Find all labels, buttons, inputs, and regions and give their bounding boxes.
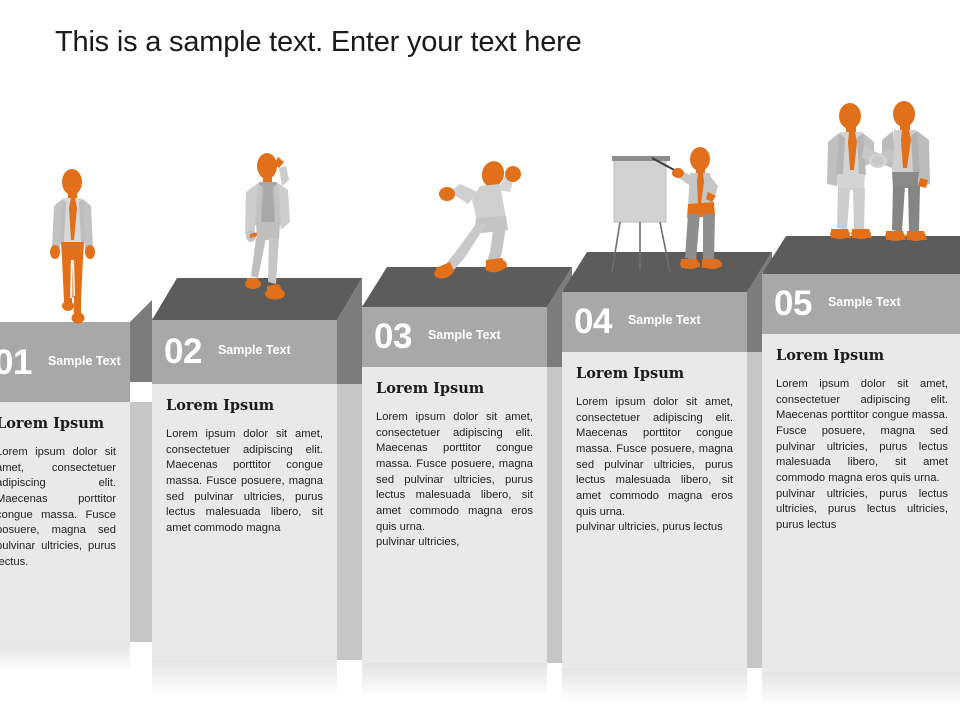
step-card-05[interactable]: 05 Sample Text Lorem Ipsum Lorem ipsum d… xyxy=(762,272,960,672)
step-number-02: 02 xyxy=(164,331,202,371)
step-body-text-02: Lorem ipsum dolor sit amet, consectetuer… xyxy=(166,427,323,534)
step-reflection-02 xyxy=(152,660,337,694)
step-sample-label-05: Sample Text xyxy=(827,295,901,310)
step-body-title-05: Lorem Ipsum xyxy=(776,347,885,364)
step-body-text-04: Lorem ipsum dolor sit amet, consectetuer… xyxy=(576,395,733,534)
businessman-presenting-flipchart-figure xyxy=(596,142,726,284)
step-card-01[interactable]: 01 Sample Text Lorem Ipsum Lorem ipsum d… xyxy=(0,322,130,642)
step-number-03: 03 xyxy=(374,316,412,356)
step-number-01: 01 xyxy=(0,342,32,382)
step-sample-label-02: Sample Text xyxy=(217,343,291,358)
step-sample-label-01: Sample Text xyxy=(47,354,121,369)
step-side-face-body-01 xyxy=(130,402,152,642)
step-card-03[interactable]: 03 Sample Text Lorem Ipsum Lorem ipsum d… xyxy=(362,305,547,663)
step-header-04: 04 Sample Text xyxy=(562,290,747,352)
step-reflection-05 xyxy=(762,672,960,706)
step-body-text-01: Lorem ipsum dolor sit amet, consectetuer… xyxy=(0,445,116,568)
step-body-03: Lorem Ipsum Lorem ipsum dolor sit amet, … xyxy=(362,367,547,663)
step-body-04: Lorem Ipsum Lorem ipsum dolor sit amet, … xyxy=(562,352,747,668)
businessmen-handshake-figure xyxy=(818,100,938,252)
step-side-face-head-01 xyxy=(130,300,152,382)
step-body-01: Lorem Ipsum Lorem ipsum dolor sit amet, … xyxy=(0,402,130,642)
step-body-title-03: Lorem Ipsum xyxy=(376,380,485,397)
step-reflection-03 xyxy=(362,663,547,697)
step-header-03: 03 Sample Text xyxy=(362,305,547,367)
step-body-text-03: Lorem ipsum dolor sit amet, consectetuer… xyxy=(376,410,533,549)
step-body-02: Lorem Ipsum Lorem ipsum dolor sit amet, … xyxy=(152,384,337,660)
step-header-05: 05 Sample Text xyxy=(762,272,960,334)
businessman-on-phone-figure xyxy=(234,150,312,308)
step-body-title-01: Lorem Ipsum xyxy=(0,415,105,432)
step-body-text-05: Lorem ipsum dolor sit amet, consectetuer… xyxy=(776,377,948,531)
step-sample-label-03: Sample Text xyxy=(427,328,501,343)
step-number-05: 05 xyxy=(774,283,812,323)
step-card-04[interactable]: 04 Sample Text Lorem Ipsum Lorem ipsum d… xyxy=(562,290,747,668)
step-sample-label-04: Sample Text xyxy=(627,313,701,328)
businessman-running-figure xyxy=(420,158,538,288)
step-card-02[interactable]: 02 Sample Text Lorem Ipsum Lorem ipsum d… xyxy=(152,318,337,660)
page-title: This is a sample text. Enter your text h… xyxy=(55,26,582,58)
step-body-title-04: Lorem Ipsum xyxy=(576,365,685,382)
step-reflection-01 xyxy=(0,642,130,672)
step-header-02: 02 Sample Text xyxy=(152,318,337,384)
step-body-title-02: Lorem Ipsum xyxy=(166,397,275,414)
slide-canvas: This is a sample text. Enter your text h… xyxy=(0,0,960,720)
step-reflection-04 xyxy=(562,668,747,702)
step-side-face-body-02 xyxy=(337,384,362,660)
step-body-05: Lorem Ipsum Lorem ipsum dolor sit amet, … xyxy=(762,334,960,672)
businessman-walking-figure xyxy=(38,168,108,328)
step-number-04: 04 xyxy=(574,301,612,341)
step-header-01: 01 Sample Text xyxy=(0,322,130,402)
